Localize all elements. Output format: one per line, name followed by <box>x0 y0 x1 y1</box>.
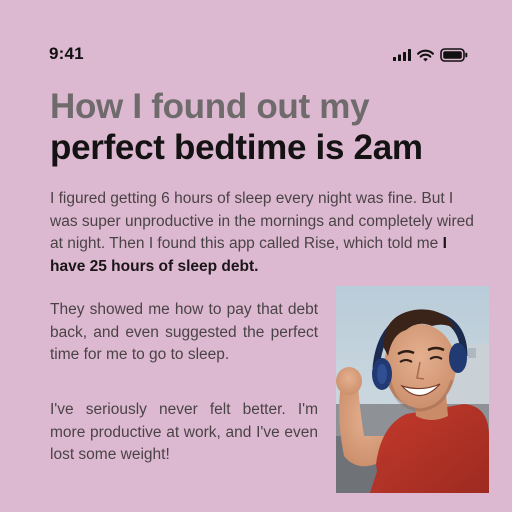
status-icons <box>393 47 468 63</box>
intro-text: I figured getting 6 hours of sleep every… <box>50 190 474 252</box>
cellular-signal-icon <box>393 49 411 61</box>
intro-paragraph: I figured getting 6 hours of sleep every… <box>50 188 475 278</box>
status-time: 9:41 <box>49 44 84 63</box>
paragraph-debt: They showed me how to pay that debt back… <box>50 301 318 363</box>
testimonial-photo <box>336 286 489 493</box>
headline-line2: perfect bedtime is 2am <box>50 128 423 167</box>
headline-line1: How I found out my <box>50 87 370 126</box>
headline: How I found out my perfect bedtime is 2a… <box>50 88 480 170</box>
wifi-icon <box>417 49 434 62</box>
paragraph-results: I've seriously never felt better. I'm mo… <box>50 401 318 463</box>
battery-icon <box>440 48 468 62</box>
status-bar: 9:41 <box>0 0 512 70</box>
